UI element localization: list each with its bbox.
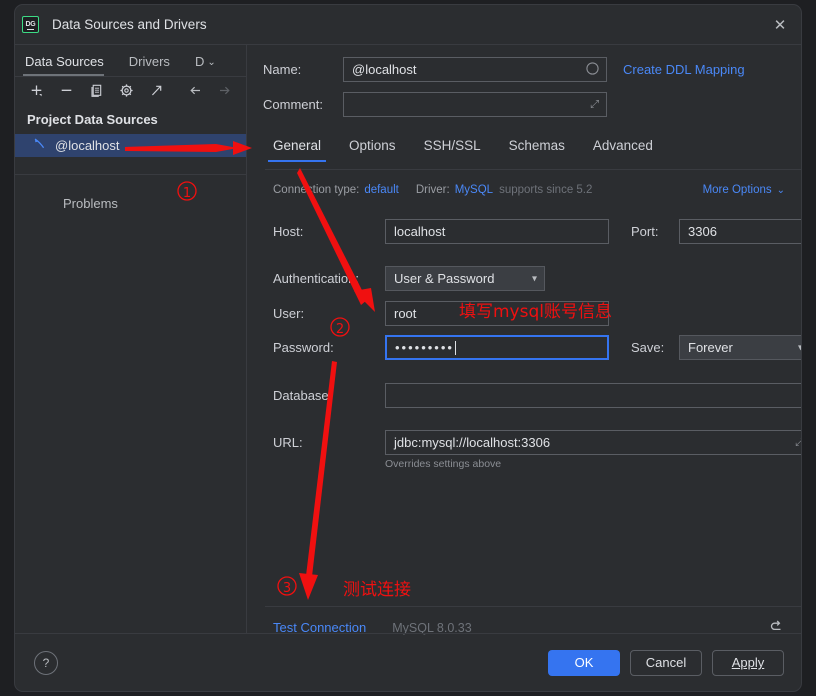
tabs-divider — [265, 169, 801, 170]
help-icon[interactable]: ? — [34, 650, 58, 675]
apply-button-label: Apply — [731, 655, 765, 670]
title-bar: DG Data Sources and Drivers ✕ — [15, 5, 801, 44]
driver-label: Driver: — [415, 184, 450, 196]
left-pane: Data Sources Drivers D ⌄ Project Data So… — [15, 45, 247, 633]
cancel-button[interactable]: Cancel — [630, 649, 702, 676]
apply-button[interactable]: Apply — [712, 649, 784, 676]
database-input[interactable] — [385, 383, 801, 408]
tab-ssh-ssl[interactable]: SSH/SSL — [424, 138, 481, 162]
tab-data-sources-label: Data Sources — [25, 54, 104, 69]
password-field-row: Password: ••••••••• Save: Forever ▾ — [273, 335, 801, 360]
datagrip-logo-icon: DG — [22, 16, 39, 33]
tab-data-sources[interactable]: Data Sources — [23, 54, 114, 76]
name-input[interactable]: @localhost — [343, 57, 607, 82]
host-field-row: Host: localhost Port: 3306 — [273, 219, 801, 244]
url-hint: Overrides settings above — [385, 458, 502, 470]
gear-icon[interactable] — [119, 83, 134, 98]
comment-label: Comment: — [263, 97, 323, 112]
remove-icon[interactable] — [59, 83, 74, 98]
window-title: Data Sources and Drivers — [52, 17, 207, 32]
connection-type-label: Connection type: — [273, 184, 360, 196]
close-icon[interactable]: ✕ — [767, 12, 793, 38]
text-caret — [454, 340, 456, 355]
logo-text: DG — [25, 21, 36, 28]
connection-type-value[interactable]: default — [364, 184, 399, 196]
list-item-datasource[interactable]: @localhost — [15, 134, 246, 157]
authentication-label: Authentication: — [273, 271, 360, 286]
datasource-label: @localhost — [55, 138, 120, 153]
tab-ddl-mappings-label: D — [194, 54, 205, 69]
save-select[interactable]: Forever ▾ — [679, 335, 801, 360]
tab-ddl-mappings[interactable]: D — [193, 54, 204, 76]
save-label: Save: — [631, 340, 665, 355]
comment-field-row: Comment: ⤢ — [263, 92, 607, 117]
auth-field-row: Authentication: User & Password ▾ — [273, 266, 545, 291]
driver-support-note: supports since 5.2 — [499, 184, 593, 196]
add-icon[interactable] — [29, 83, 44, 98]
tab-options[interactable]: Options — [349, 138, 396, 162]
tab-drivers[interactable]: Drivers — [127, 54, 180, 76]
back-arrow-icon[interactable] — [188, 83, 203, 98]
url-input[interactable]: jdbc:mysql://localhost:3306 ⤢ — [385, 430, 801, 455]
url-field-row: URL: jdbc:mysql://localhost:3306 ⤢ — [273, 430, 801, 455]
problems-label: Problems — [63, 196, 118, 211]
forward-arrow-icon — [217, 83, 232, 98]
annotation-note-account: 填写mysql账号信息 — [459, 302, 612, 322]
detail-tabs: General Options SSH/SSL Schemas Advanced — [267, 138, 653, 162]
authentication-value: User & Password — [394, 271, 495, 286]
tab-general[interactable]: General — [267, 138, 327, 162]
port-label: Port: — [631, 224, 659, 239]
chevron-down-icon[interactable]: ⌄ — [207, 57, 215, 76]
password-input-value: ••••••••• — [395, 340, 454, 355]
ok-button[interactable]: OK — [548, 649, 620, 676]
expand-icon[interactable]: ⤢ — [590, 98, 599, 111]
save-value: Forever — [688, 340, 733, 355]
tab-advanced[interactable]: Advanced — [593, 138, 653, 162]
url-input-value: jdbc:mysql://localhost:3306 — [394, 435, 551, 450]
authentication-select[interactable]: User & Password ▾ — [385, 266, 545, 291]
password-label: Password: — [273, 340, 334, 355]
driver-value[interactable]: MySQL — [455, 184, 493, 196]
port-input-value: 3306 — [688, 224, 717, 239]
database-label: Database: — [273, 388, 333, 403]
host-input[interactable]: localhost — [385, 219, 609, 244]
bottom-bar: ? OK Cancel Apply — [15, 633, 801, 691]
user-label: User: — [273, 306, 305, 321]
database-field-row: Database: — [273, 383, 801, 408]
name-field-row: Name: @localhost Create DDL Mapping — [263, 57, 745, 82]
expand-icon[interactable]: ⤢ — [795, 436, 801, 449]
color-swatch-icon[interactable] — [586, 61, 599, 78]
host-label: Host: — [273, 224, 304, 239]
tab-drivers-label: Drivers — [128, 54, 170, 69]
connection-meta-row: Connection type: default Driver: MySQL s… — [273, 184, 791, 196]
chevron-down-icon[interactable]: ⌄ — [777, 185, 785, 196]
create-ddl-mapping-link[interactable]: Create DDL Mapping — [623, 62, 745, 77]
copy-icon[interactable] — [89, 83, 104, 98]
footer-divider — [265, 606, 801, 607]
password-input[interactable]: ••••••••• — [385, 335, 609, 360]
left-pane-toolbar — [15, 76, 246, 103]
port-input[interactable]: 3306 — [679, 219, 801, 244]
host-input-value: localhost — [394, 224, 446, 239]
more-options-link[interactable]: More Options — [703, 184, 772, 196]
user-input-value: root — [394, 306, 417, 321]
chevron-down-icon: ▾ — [798, 342, 801, 353]
external-link-icon[interactable] — [149, 83, 164, 98]
project-data-sources-title: Project Data Sources — [27, 112, 158, 127]
mysql-datasource-icon — [33, 137, 46, 155]
tab-schemas[interactable]: Schemas — [509, 138, 565, 162]
left-pane-tabs: Data Sources Drivers D ⌄ — [15, 45, 246, 76]
chevron-down-icon: ▾ — [531, 273, 537, 284]
url-label: URL: — [273, 435, 303, 450]
name-label: Name: — [263, 62, 302, 77]
name-input-value: @localhost — [352, 62, 417, 77]
annotation-note-test: 测试连接 — [343, 580, 411, 600]
comment-input[interactable]: ⤢ — [343, 92, 607, 117]
